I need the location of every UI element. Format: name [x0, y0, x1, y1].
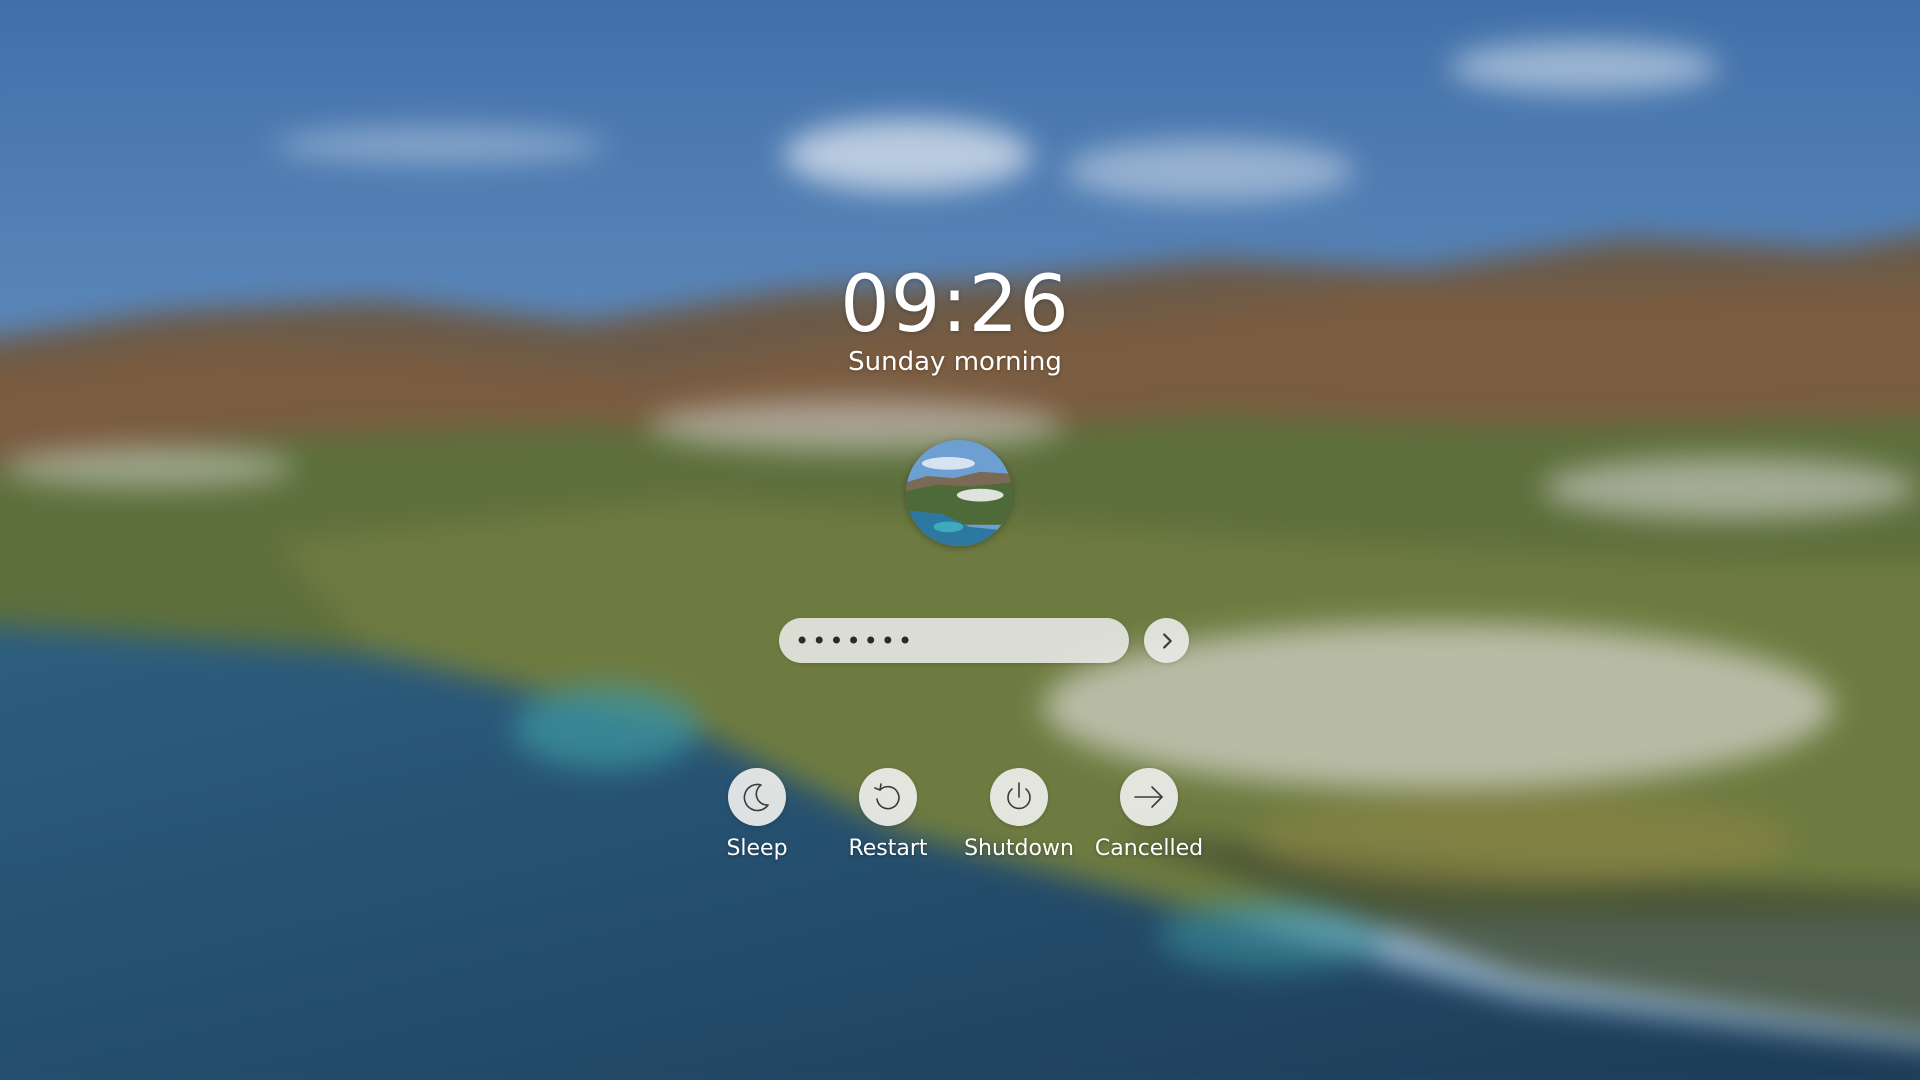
clock-time: 09:26	[840, 260, 1070, 350]
lock-screen: 09:26 Sunday morning Sleep Restart Shutd…	[0, 0, 1920, 1080]
restart-button[interactable]: Restart	[823, 768, 953, 861]
user-avatar[interactable]	[906, 440, 1012, 546]
restart-circle[interactable]	[859, 768, 917, 826]
power-icon	[1007, 782, 1031, 810]
cancel-label: Cancelled	[1094, 836, 1204, 861]
sleep-circle[interactable]	[728, 768, 786, 826]
power-actions: Sleep Restart Shutdown Cancelled	[0, 768, 1920, 868]
submit-button[interactable]	[1144, 618, 1189, 663]
shutdown-label: Shutdown	[964, 836, 1074, 861]
user-avatar-landscape-icon	[906, 440, 1012, 546]
restart-icon	[874, 783, 900, 810]
cancel-button[interactable]: Cancelled	[1084, 768, 1214, 861]
moon-icon	[743, 783, 769, 812]
sleep-label: Sleep	[726, 836, 788, 861]
greeting-text: Sunday morning	[848, 347, 1062, 377]
password-field[interactable]	[779, 618, 1129, 663]
restart-label: Restart	[848, 836, 928, 861]
arrow-right-icon	[1134, 786, 1163, 808]
shutdown-circle[interactable]	[990, 768, 1048, 826]
sleep-button[interactable]: Sleep	[692, 768, 822, 861]
cancel-circle[interactable]	[1120, 768, 1178, 826]
shutdown-button[interactable]: Shutdown	[954, 768, 1084, 861]
chevron-right-icon	[1162, 632, 1172, 649]
